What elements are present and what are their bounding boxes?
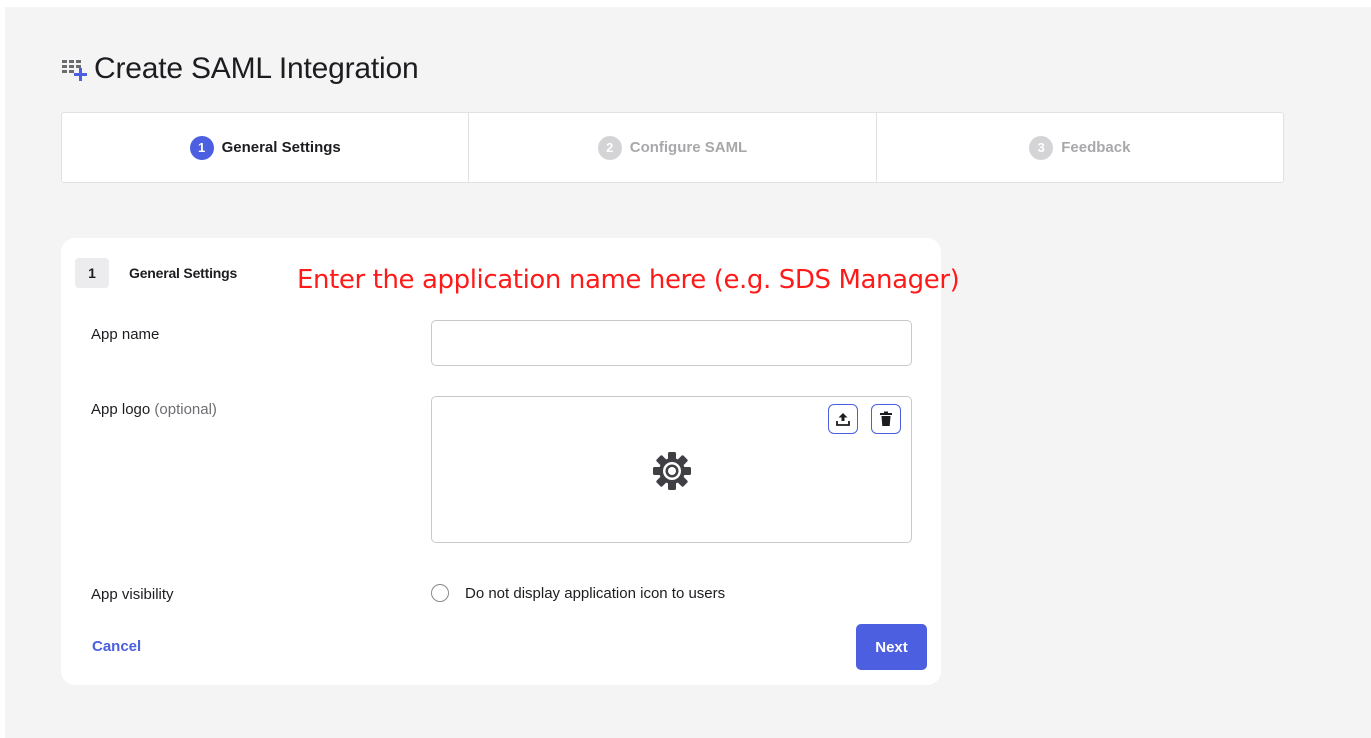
section-title: General Settings: [129, 265, 238, 281]
delete-button[interactable]: [871, 404, 901, 434]
app-name-label: App name: [91, 326, 160, 343]
gear-icon: [653, 452, 691, 490]
step-configure-saml[interactable]: 2 Configure SAML: [469, 113, 877, 182]
step-number: 1: [189, 135, 214, 160]
step-label: General Settings: [221, 139, 341, 156]
visibility-checkbox-label[interactable]: Do not display application icon to users: [465, 585, 725, 602]
trash-icon: [880, 411, 892, 426]
app-name-input[interactable]: [431, 320, 912, 366]
step-number: 3: [1029, 135, 1054, 160]
cancel-button[interactable]: Cancel: [92, 638, 141, 655]
step-label: Feedback: [1061, 139, 1131, 156]
upload-button[interactable]: [828, 404, 858, 434]
optional-hint: (optional): [154, 401, 217, 418]
section-header: 1 General Settings: [75, 258, 237, 288]
grid-add-icon: [62, 60, 87, 81]
app-logo-label: App logo (optional): [91, 401, 217, 418]
visibility-option[interactable]: Do not display application icon to users: [431, 584, 725, 602]
annotation-callout: Enter the application name here (e.g. SD…: [297, 265, 960, 295]
app-logo-label-text: App logo: [91, 401, 151, 418]
page-header: Create SAML Integration: [60, 52, 419, 86]
page-title: Create SAML Integration: [94, 52, 419, 85]
general-settings-card: 1 General Settings App name App logo (op…: [61, 238, 941, 685]
section-number: 1: [75, 258, 109, 288]
upload-icon: [836, 413, 850, 426]
visibility-checkbox[interactable]: [431, 584, 449, 602]
next-button[interactable]: Next: [856, 624, 927, 670]
step-number: 2: [597, 135, 622, 160]
app-visibility-label: App visibility: [91, 586, 174, 603]
app-logo-dropzone[interactable]: [431, 396, 912, 543]
step-label: Configure SAML: [629, 139, 748, 156]
step-general-settings[interactable]: 1 General Settings: [62, 113, 470, 182]
step-feedback[interactable]: 3 Feedback: [877, 113, 1283, 182]
wizard-stepper: 1 General Settings 2 Configure SAML 3 Fe…: [61, 112, 1284, 183]
